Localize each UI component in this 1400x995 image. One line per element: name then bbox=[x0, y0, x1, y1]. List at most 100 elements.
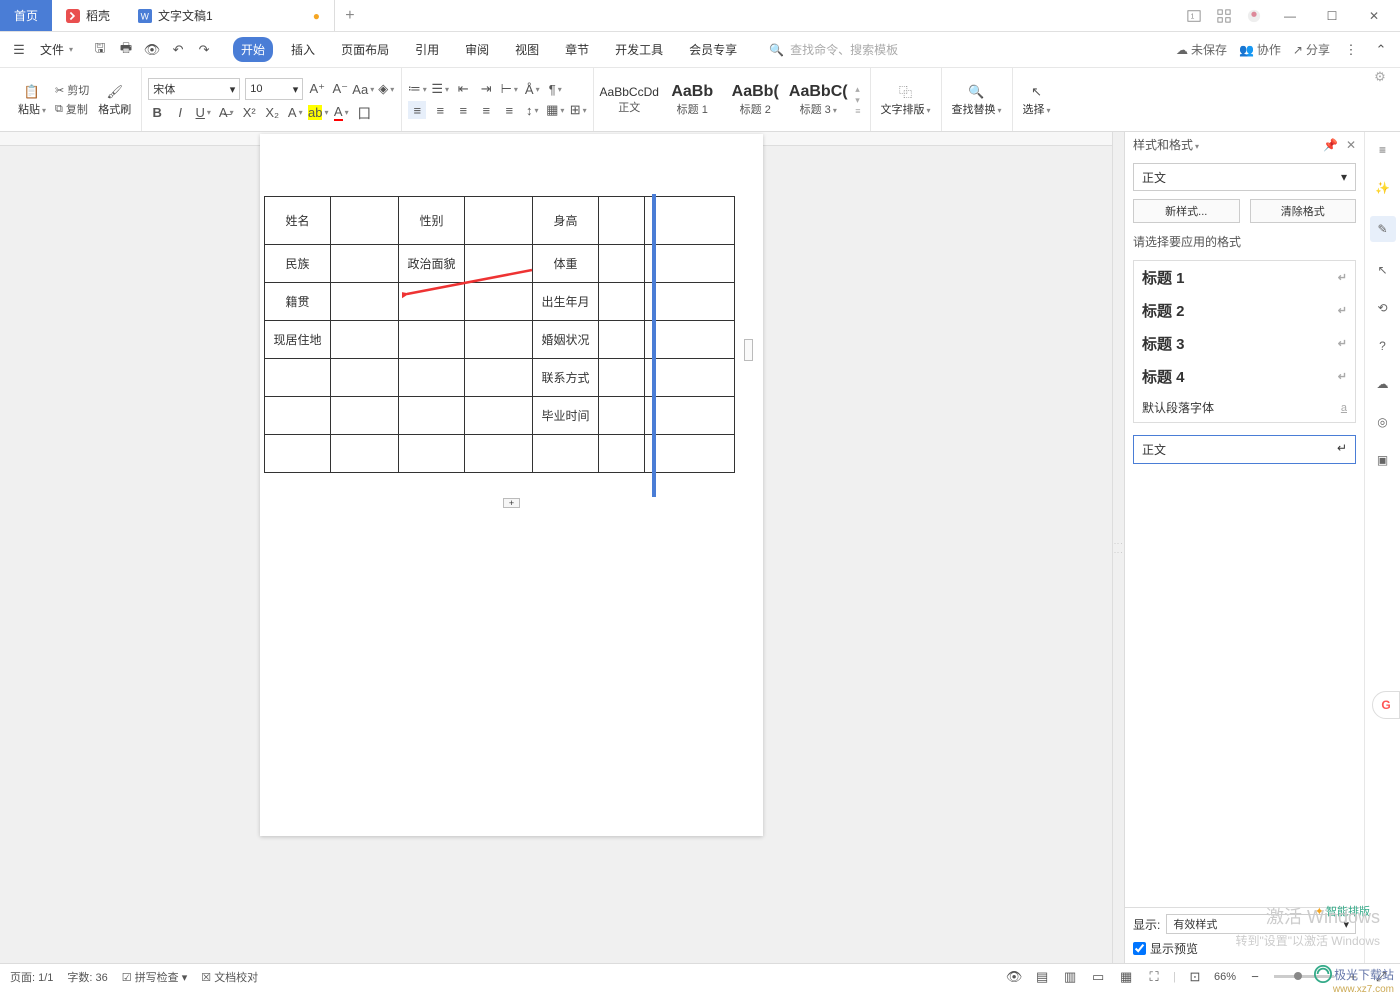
table-cell[interactable]: 联系方式 bbox=[533, 359, 599, 397]
file-menu[interactable]: 文件 bbox=[34, 41, 79, 58]
char-border-icon[interactable]: 囗 bbox=[355, 103, 373, 121]
table-cell[interactable] bbox=[599, 245, 645, 283]
table-cell[interactable] bbox=[399, 283, 465, 321]
select-sidebar-icon[interactable]: ↖ bbox=[1373, 260, 1393, 280]
window-close-button[interactable]: ✕ bbox=[1360, 4, 1388, 28]
font-size-select[interactable]: 10▾ bbox=[245, 78, 303, 100]
command-search[interactable]: 🔍 查找命令、搜索模板 bbox=[769, 41, 898, 58]
applied-style-field[interactable]: 正文↵ bbox=[1133, 435, 1356, 464]
superscript-icon[interactable]: X² bbox=[240, 103, 258, 121]
table-cell[interactable] bbox=[465, 197, 533, 245]
task-pane-grip[interactable]: ⋮⋮ bbox=[1112, 132, 1124, 963]
cut-button[interactable]: ✂剪切 bbox=[55, 82, 89, 98]
add-row-button[interactable]: + bbox=[503, 498, 520, 508]
proofread-toggle[interactable]: ☒ 文档校对 bbox=[201, 969, 258, 985]
resume-table[interactable]: 姓名性别身高 民族政治面貌体重 籍贯出生年月 现居住地婚姻状况 联系方式 毕业时… bbox=[264, 196, 735, 473]
word-count[interactable]: 字数: 36 bbox=[67, 969, 107, 985]
table-cell[interactable] bbox=[331, 197, 399, 245]
table-cell[interactable] bbox=[645, 397, 735, 435]
table-cell[interactable]: 现居住地 bbox=[265, 321, 331, 359]
pin-icon[interactable]: 📌 bbox=[1323, 138, 1338, 152]
styles-sidebar-icon[interactable]: ✎ bbox=[1370, 216, 1396, 242]
menu-tab-layout[interactable]: 页面布局 bbox=[333, 37, 397, 62]
style-h3[interactable]: AaBbC(标题 3 bbox=[789, 83, 847, 117]
grow-font-icon[interactable]: A⁺ bbox=[308, 80, 326, 98]
style-item-h1[interactable]: 标题 1↵ bbox=[1134, 261, 1355, 294]
table-cell[interactable]: 毕业时间 bbox=[533, 397, 599, 435]
underline-icon[interactable]: U bbox=[194, 103, 212, 121]
table-cell[interactable] bbox=[265, 435, 331, 473]
indent-inc-icon[interactable]: ⇥ bbox=[477, 80, 495, 98]
table-cell[interactable] bbox=[645, 321, 735, 359]
change-case-icon[interactable]: Aa bbox=[354, 80, 372, 98]
table-cell[interactable] bbox=[465, 435, 533, 473]
table-cell[interactable] bbox=[399, 359, 465, 397]
menu-tab-review[interactable]: 审阅 bbox=[457, 37, 497, 62]
table-cell[interactable] bbox=[265, 397, 331, 435]
font-name-select[interactable]: 宋体▾ bbox=[148, 78, 240, 100]
align-center-icon[interactable]: ≡ bbox=[431, 101, 449, 119]
tab-add-button[interactable]: + bbox=[335, 0, 365, 31]
table-expand-handle[interactable] bbox=[744, 339, 753, 361]
redo-icon[interactable]: ↷ bbox=[195, 41, 213, 59]
italic-icon[interactable]: I bbox=[171, 103, 189, 121]
style-item-h3[interactable]: 标题 3↵ bbox=[1134, 327, 1355, 360]
table-cell[interactable] bbox=[265, 359, 331, 397]
tab-stops-icon[interactable]: ⊢ bbox=[500, 80, 518, 98]
show-preview-checkbox[interactable]: 显示预览 bbox=[1133, 940, 1356, 957]
menu-tab-insert[interactable]: 插入 bbox=[283, 37, 323, 62]
format-painter-button[interactable]: 🖌 格式刷 bbox=[94, 83, 135, 117]
indent-dec-icon[interactable]: ⇤ bbox=[454, 80, 472, 98]
floating-badge[interactable]: G bbox=[1372, 691, 1400, 719]
numbering-icon[interactable]: ☰ bbox=[431, 80, 449, 98]
collapse-ribbon-icon[interactable]: ⌃ bbox=[1372, 41, 1390, 59]
line-spacing-icon[interactable]: ↕ bbox=[523, 101, 541, 119]
zoom-level[interactable]: 66% bbox=[1214, 971, 1236, 983]
menu-tab-reference[interactable]: 引用 bbox=[407, 37, 447, 62]
clear-format-icon[interactable]: ◈ bbox=[377, 80, 395, 98]
align-distribute-icon[interactable]: ≡ bbox=[500, 101, 518, 119]
table-cell[interactable]: 性别 bbox=[399, 197, 465, 245]
web-view-icon[interactable]: ▦ bbox=[1117, 968, 1135, 986]
strike-icon[interactable]: A̶ bbox=[217, 103, 235, 121]
document-canvas[interactable]: 姓名性别身高 民族政治面貌体重 籍贯出生年月 现居住地婚姻状况 联系方式 毕业时… bbox=[0, 132, 1112, 963]
table-cell[interactable] bbox=[331, 435, 399, 473]
table-cell[interactable] bbox=[599, 435, 645, 473]
select-button[interactable]: ↖选择 bbox=[1019, 83, 1055, 117]
print-preview-icon[interactable]: 👁 bbox=[143, 41, 161, 59]
show-marks-icon[interactable]: ¶ bbox=[546, 80, 564, 98]
menu-tab-view[interactable]: 视图 bbox=[507, 37, 547, 62]
cloud-sidebar-icon[interactable]: ☁ bbox=[1373, 374, 1393, 394]
close-icon[interactable]: ✕ bbox=[1346, 138, 1356, 152]
font-effect-icon[interactable]: A bbox=[286, 103, 304, 121]
tab-document[interactable]: W 文字文稿1 ● bbox=[124, 0, 335, 31]
shrink-font-icon[interactable]: A⁻ bbox=[331, 80, 349, 98]
copy-button[interactable]: ⧉复制 bbox=[55, 101, 89, 117]
style-item-h4[interactable]: 标题 4↵ bbox=[1134, 360, 1355, 393]
table-cell[interactable] bbox=[331, 359, 399, 397]
table-cell[interactable] bbox=[645, 359, 735, 397]
table-cell[interactable]: 政治面貌 bbox=[399, 245, 465, 283]
bullets-icon[interactable]: ≔ bbox=[408, 80, 426, 98]
style-h1[interactable]: AaBb标题 1 bbox=[663, 83, 721, 117]
location-sidebar-icon[interactable]: ◎ bbox=[1373, 412, 1393, 432]
window-maximize-button[interactable]: ☐ bbox=[1318, 4, 1346, 28]
find-replace-button[interactable]: 🔍查找替换 bbox=[948, 83, 1006, 117]
style-normal[interactable]: AaBbCcDd正文 bbox=[600, 85, 658, 115]
paste-button[interactable]: 📋 粘贴 bbox=[14, 83, 50, 117]
unsaved-indicator[interactable]: ☁未保存 bbox=[1176, 41, 1227, 58]
table-cell[interactable]: 身高 bbox=[533, 197, 599, 245]
table-cell[interactable] bbox=[645, 283, 735, 321]
shading-icon[interactable]: ▦ bbox=[546, 101, 564, 119]
font-color-icon[interactable]: A bbox=[332, 103, 350, 121]
table-cell[interactable] bbox=[599, 397, 645, 435]
checkbox-input[interactable] bbox=[1133, 942, 1146, 955]
zoom-slider[interactable] bbox=[1274, 975, 1334, 978]
more-icon[interactable]: ⋮ bbox=[1342, 41, 1360, 59]
tab-dao[interactable]: 稻壳 bbox=[52, 0, 124, 31]
borders-icon[interactable]: ⊞ bbox=[569, 101, 587, 119]
table-cell[interactable]: 体重 bbox=[533, 245, 599, 283]
table-cell[interactable] bbox=[465, 283, 533, 321]
table-cell[interactable] bbox=[599, 321, 645, 359]
style-item-default-font[interactable]: 默认段落字体a bbox=[1134, 393, 1355, 422]
